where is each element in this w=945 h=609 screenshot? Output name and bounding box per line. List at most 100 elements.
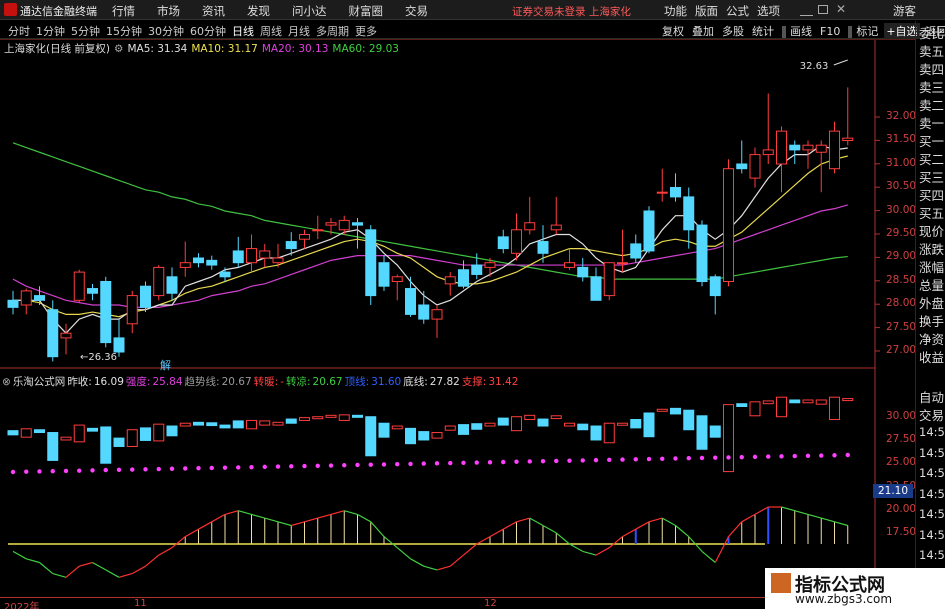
quote-panel-item-18[interactable]: 收益 [919,347,944,366]
quote-panel-item-27[interactable]: 14:56 [919,548,945,562]
minimize-icon[interactable] [800,4,813,16]
period-tab-1[interactable]: 1分钟 [36,23,65,39]
quote-panel-item-17[interactable]: 净资 [919,329,944,348]
period-tab-5[interactable]: 60分钟 [190,23,226,39]
guest-button[interactable]: 游客 [893,3,916,19]
indicator-field-value-1: 25.84 [152,376,183,388]
candle-body [815,144,827,153]
quote-panel-item-20[interactable]: 交易 [919,405,944,424]
toolbar-button-5[interactable]: F10 [818,25,842,38]
toolbar-button-4[interactable]: 画线 [788,23,814,39]
indicator-close-icon[interactable]: ⊗ [2,376,11,388]
quote-panel-item-5[interactable]: 卖一 [919,113,944,132]
indicator-bar [285,418,297,424]
quote-panel-item-21[interactable]: 14:56 [919,425,945,439]
quote-panel-item-4[interactable]: 卖二 [919,95,944,114]
indicator-bar [338,414,350,421]
strength-dot [408,461,413,467]
toolbar-button-2[interactable]: 多股 [720,23,746,39]
quote-panel-item-14[interactable]: 总量 [919,275,944,294]
quote-panel-item-7[interactable]: 买二 [919,149,944,168]
ma10-line [13,155,848,318]
quote-panel-item-26[interactable]: 14:56 [919,528,945,542]
toolbar-button-6[interactable]: 标记 [854,23,880,39]
right-menu-item-0[interactable]: 功能 [664,3,687,19]
toolbar-button-1[interactable]: 叠加 [690,23,716,39]
quote-panel-item-12[interactable]: 涨跌 [919,239,944,258]
quote-panel-item-13[interactable]: 涨幅 [919,257,944,276]
menu-item-4[interactable]: 问小达 [292,3,327,19]
indicator-bar [802,399,814,404]
period-tab-8[interactable]: 月线 [288,23,310,39]
toolbar-button-3[interactable]: 统计 [750,23,776,39]
close-icon[interactable]: ✕ [836,2,846,16]
menu-item-1[interactable]: 市场 [157,3,180,19]
menu-item-3[interactable]: 发现 [247,3,270,19]
right-menu-item-1[interactable]: 版面 [695,3,718,19]
quote-panel-item-11[interactable]: 现价 [919,221,944,240]
oscillator-line [12,550,27,560]
oscillator-line [131,565,146,575]
indicator-bar [193,421,204,426]
indicator-bar [524,414,536,421]
period-tab-7[interactable]: 周线 [260,23,282,39]
period-tab-10[interactable]: 更多 [355,23,377,39]
oscillator-line [79,561,93,567]
indicator-bar [471,423,483,430]
right-menu-item-3[interactable]: 选项 [757,3,780,19]
indicator-bar [815,399,827,405]
menu-item-0[interactable]: 行情 [112,3,135,19]
quote-panel-item-6[interactable]: 买一 [919,131,944,150]
quote-panel-item-1[interactable]: 卖五 [919,41,944,60]
candle-body [550,224,562,231]
oscillator-line [317,513,332,519]
indicator-bar [378,422,390,438]
right-menu-item-2[interactable]: 公式 [726,3,749,19]
quote-panel-item-16[interactable]: 换手 [919,311,944,330]
indicator-bar [749,401,761,417]
strength-dot [713,455,718,460]
chart-title: 上海家化(日线 前复权) [4,43,111,55]
indicator-field-label-6: 底线: [403,376,428,388]
period-tab-9[interactable]: 多周期 [316,23,349,39]
menu-item-6[interactable]: 交易 [405,3,428,19]
login-status-text[interactable]: 证券交易未登录 [512,6,586,18]
quote-panel-item-22[interactable]: 14:56 [919,446,945,460]
strength-dot [766,454,771,459]
oscillator-line [502,521,517,530]
kline-chart[interactable]: 32.63 ←26.36 解 [0,0,945,609]
login-status[interactable]: 证券交易未登录 上海家化 [512,4,631,19]
quote-panel-item-25[interactable]: 14:56 [919,507,945,521]
maximize-icon[interactable] [818,5,828,14]
candle-body [749,154,761,179]
period-tab-4[interactable]: 30分钟 [148,23,184,39]
toolbar-button-0[interactable]: 复权 [660,23,686,39]
quote-panel-item-3[interactable]: 卖三 [919,77,944,96]
oscillator-line [251,513,265,519]
quote-panel-item-10[interactable]: 买五 [919,203,944,222]
indicator-bar [179,422,191,427]
candle-body [34,295,45,301]
period-tab-2[interactable]: 5分钟 [71,23,100,39]
quote-panel-item-23[interactable]: 14:56 [919,466,945,480]
quote-panel-item-2[interactable]: 卖四 [919,59,944,78]
oscillator-line [728,521,743,538]
menu-item-5[interactable]: 财富圈 [349,3,384,19]
quote-panel-item-24[interactable]: 14:56 [919,487,945,501]
settings-gear-icon[interactable]: ⚙ [114,43,123,55]
quote-panel-item-0[interactable]: 委比 [919,23,944,42]
quote-panel-item-8[interactable]: 买三 [919,167,944,186]
period-tab-3[interactable]: 15分钟 [106,23,142,39]
quote-panel-item-15[interactable]: 外盘 [919,293,944,312]
quote-panel-item-9[interactable]: 买四 [919,185,944,204]
oscillator-line [344,510,358,515]
oscillator-line [582,550,597,556]
candle-body [842,137,854,141]
period-tab-0[interactable]: 分时 [8,23,30,39]
ma-label-2: MA20: 30.13 [261,43,329,55]
strength-dot [501,459,506,465]
menu-item-2[interactable]: 资讯 [202,3,225,19]
oscillator-line [52,573,67,578]
period-tab-6[interactable]: 日线 [232,23,254,39]
quote-panel-item-19[interactable]: 自动 [919,387,944,406]
